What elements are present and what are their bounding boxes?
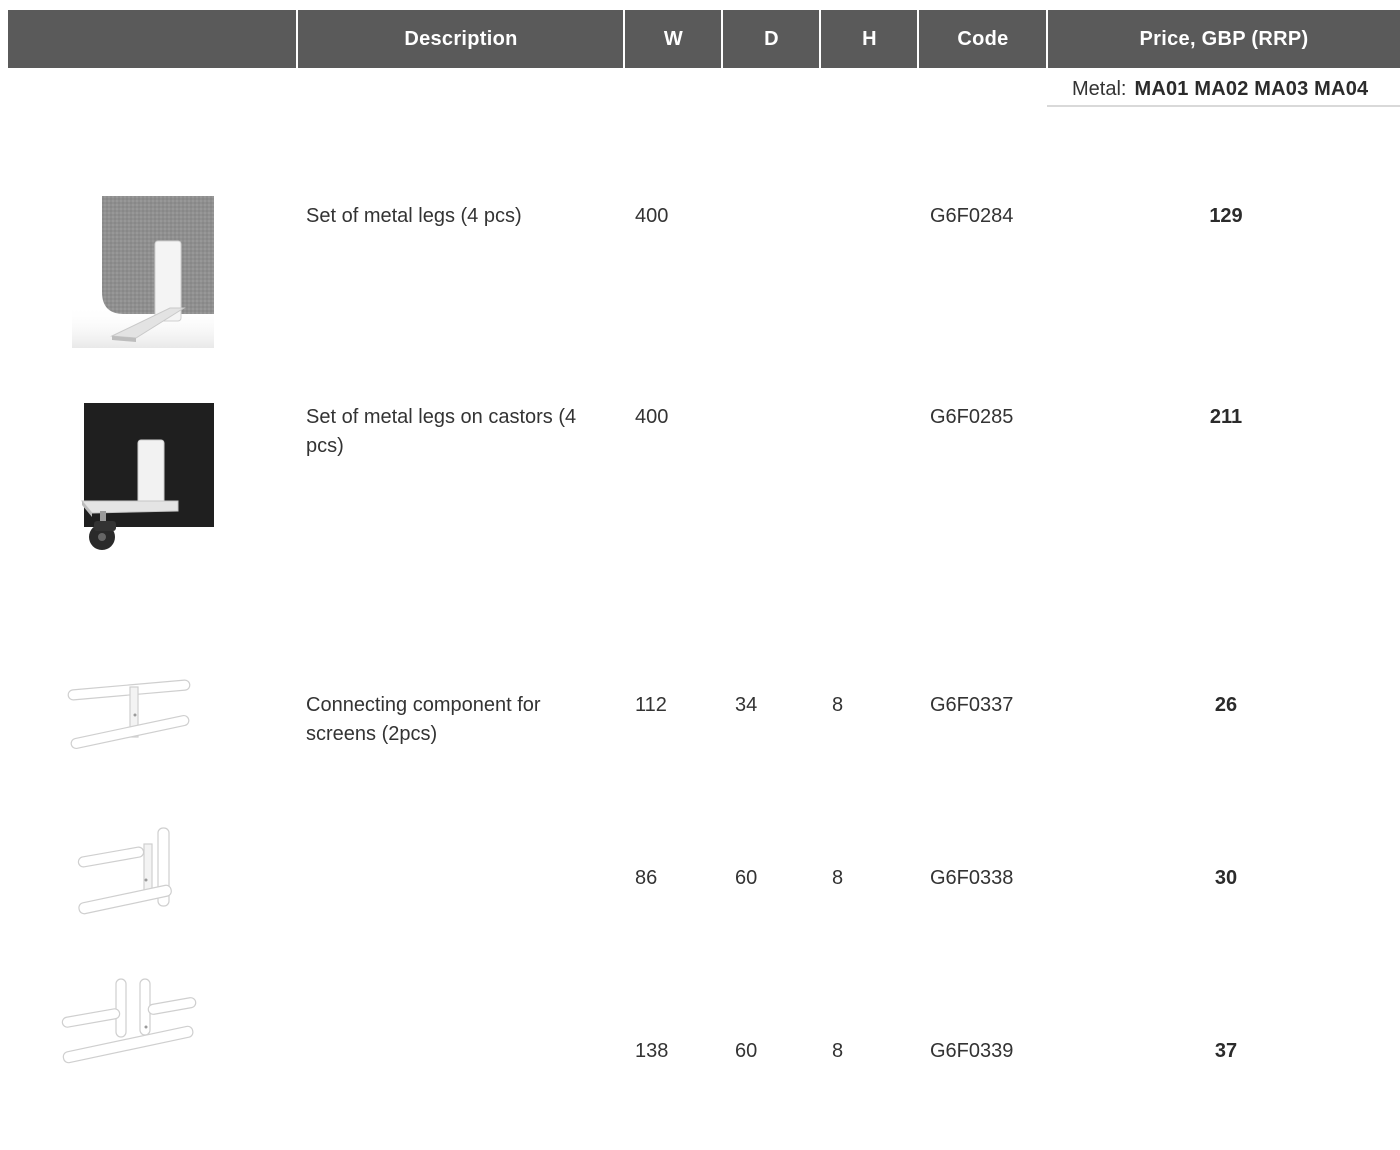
row-height: 8 [832,1040,844,1062]
row-price: 26 [1214,694,1238,716]
t-connector-image [61,978,197,1064]
row-width: 400 [635,406,669,428]
row-price: 30 [1214,867,1238,889]
row-width: 86 [635,867,658,889]
row-width: 400 [635,205,669,227]
row-description: Set of metal legs on castors (4 pcs) [306,406,577,457]
table-header: Description W D H Code Price, GBP (RRP) [8,10,1400,68]
header-code: Code [917,10,1047,68]
header-depth: D [721,10,820,68]
row-height: 8 [832,867,844,889]
row-code: G6F0339 [930,1040,1014,1062]
black-screen-leg-castor-image [80,403,214,550]
header-image-column [8,10,297,68]
grey-screen-metal-leg-image [72,196,214,348]
row-price: 129 [1209,205,1243,227]
header-height: H [819,10,918,68]
metal-finish-subheader: Metal: MA01 MA02 MA03 MA04 [1047,74,1400,107]
row-depth: 34 [735,694,758,716]
l-connector-image [77,827,172,915]
row-height: 8 [832,694,844,716]
header-description: Description [296,10,624,68]
row-depth: 60 [735,1040,758,1062]
header-price: Price, GBP (RRP) [1046,10,1400,68]
row-code: G6F0337 [930,694,1014,716]
h-connector-image [67,679,191,750]
row-price: 211 [1209,406,1243,428]
row-code: G6F0284 [930,205,1014,227]
row-depth: 60 [735,867,758,889]
row-description: Connecting component for screens (2pcs) [306,694,541,745]
metal-codes: MA01 MA02 MA03 MA04 [1134,78,1369,100]
row-width: 138 [635,1040,669,1062]
metal-label: Metal: [1072,78,1127,100]
header-width: W [623,10,722,68]
row-width: 112 [635,694,667,716]
row-code: G6F0285 [930,406,1014,428]
row-description: Set of metal legs (4 pcs) [306,205,522,227]
row-price: 37 [1214,1040,1238,1062]
row-code: G6F0338 [930,867,1014,889]
